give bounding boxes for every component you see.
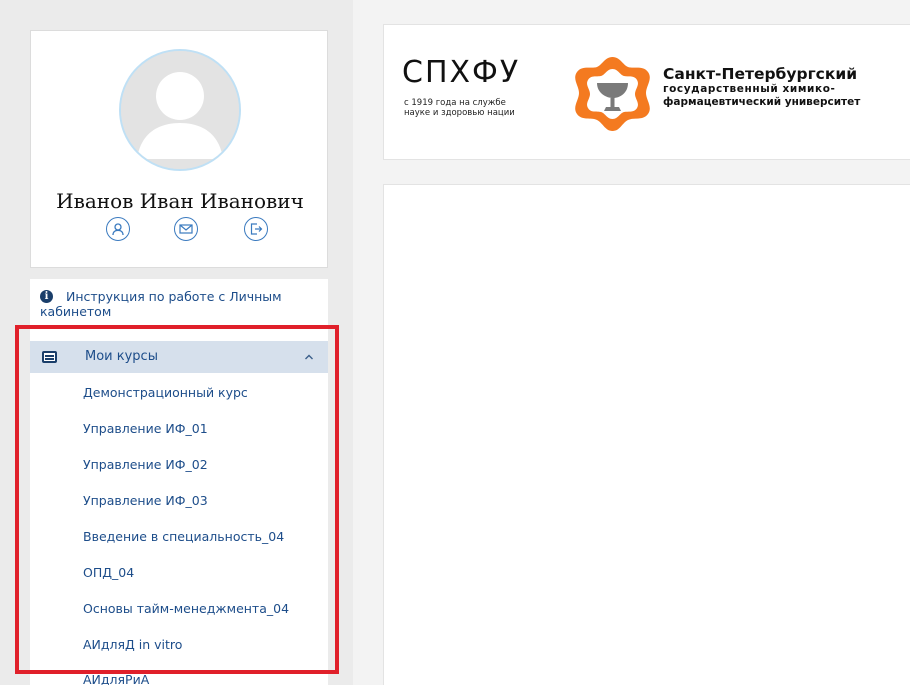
chevron-up-icon [305, 354, 313, 360]
user-name: Иванов Иван Иванович [56, 189, 304, 213]
page: Иванов Иван Иванович i Инструкция по раб… [0, 0, 910, 685]
university-name-line2: государственный химико- [663, 83, 836, 95]
mail-icon [179, 224, 193, 234]
profile-card: Иванов Иван Иванович [30, 30, 328, 268]
profile-button[interactable] [106, 217, 130, 241]
info-icon: i [40, 290, 53, 303]
course-item[interactable]: АИдляД in vitro [83, 637, 289, 673]
course-item[interactable]: ОПД_04 [83, 565, 289, 601]
header-card: СПХФУ с 1919 года на службе науке и здор… [383, 24, 910, 160]
university-name-line1: Санкт-Петербургский [663, 65, 858, 83]
list-icon [42, 351, 57, 363]
instruction-label: Инструкция по работе с Личным кабинетом [40, 289, 282, 319]
logo-abbreviation: СПХФУ [402, 55, 521, 90]
sidebar: Иванов Иван Иванович i Инструкция по раб… [0, 0, 353, 685]
messages-button[interactable] [174, 217, 198, 241]
university-name-line3: фармацевтический университет [663, 96, 861, 108]
user-icon [112, 223, 124, 236]
course-item[interactable]: Введение в специальность_04 [83, 529, 289, 565]
my-courses-toggle[interactable]: Мои курсы [30, 341, 328, 373]
side-menu: i Инструкция по работе с Личным кабинето… [30, 279, 328, 685]
logo-motto: с 1919 года на службе науке и здоровью н… [404, 98, 515, 118]
course-item[interactable]: Управление ИФ_02 [83, 457, 289, 493]
avatar[interactable] [119, 49, 241, 171]
course-item[interactable]: Управление ИФ_03 [83, 493, 289, 529]
course-item[interactable]: Основы тайм-менеджмента_04 [83, 601, 289, 637]
main-content [383, 184, 910, 685]
course-list: Демонстрационный курс Управление ИФ_01 У… [83, 385, 289, 673]
emblem-icon [575, 57, 650, 131]
user-silhouette-icon [121, 51, 239, 169]
logout-button[interactable] [244, 217, 268, 241]
course-item[interactable]: АИдляРиА [83, 672, 149, 685]
my-courses-title: Мои курсы [85, 349, 158, 364]
course-item[interactable]: Демонстрационный курс [83, 385, 289, 421]
instruction-link[interactable]: i Инструкция по работе с Личным кабинето… [40, 289, 310, 319]
profile-actions [31, 217, 329, 247]
logout-icon [250, 223, 263, 235]
course-item[interactable]: Управление ИФ_01 [83, 421, 289, 457]
university-name: Санкт-Петербургский государственный хими… [663, 65, 903, 109]
university-logo[interactable]: СПХФУ с 1919 года на службе науке и здор… [402, 55, 562, 135]
